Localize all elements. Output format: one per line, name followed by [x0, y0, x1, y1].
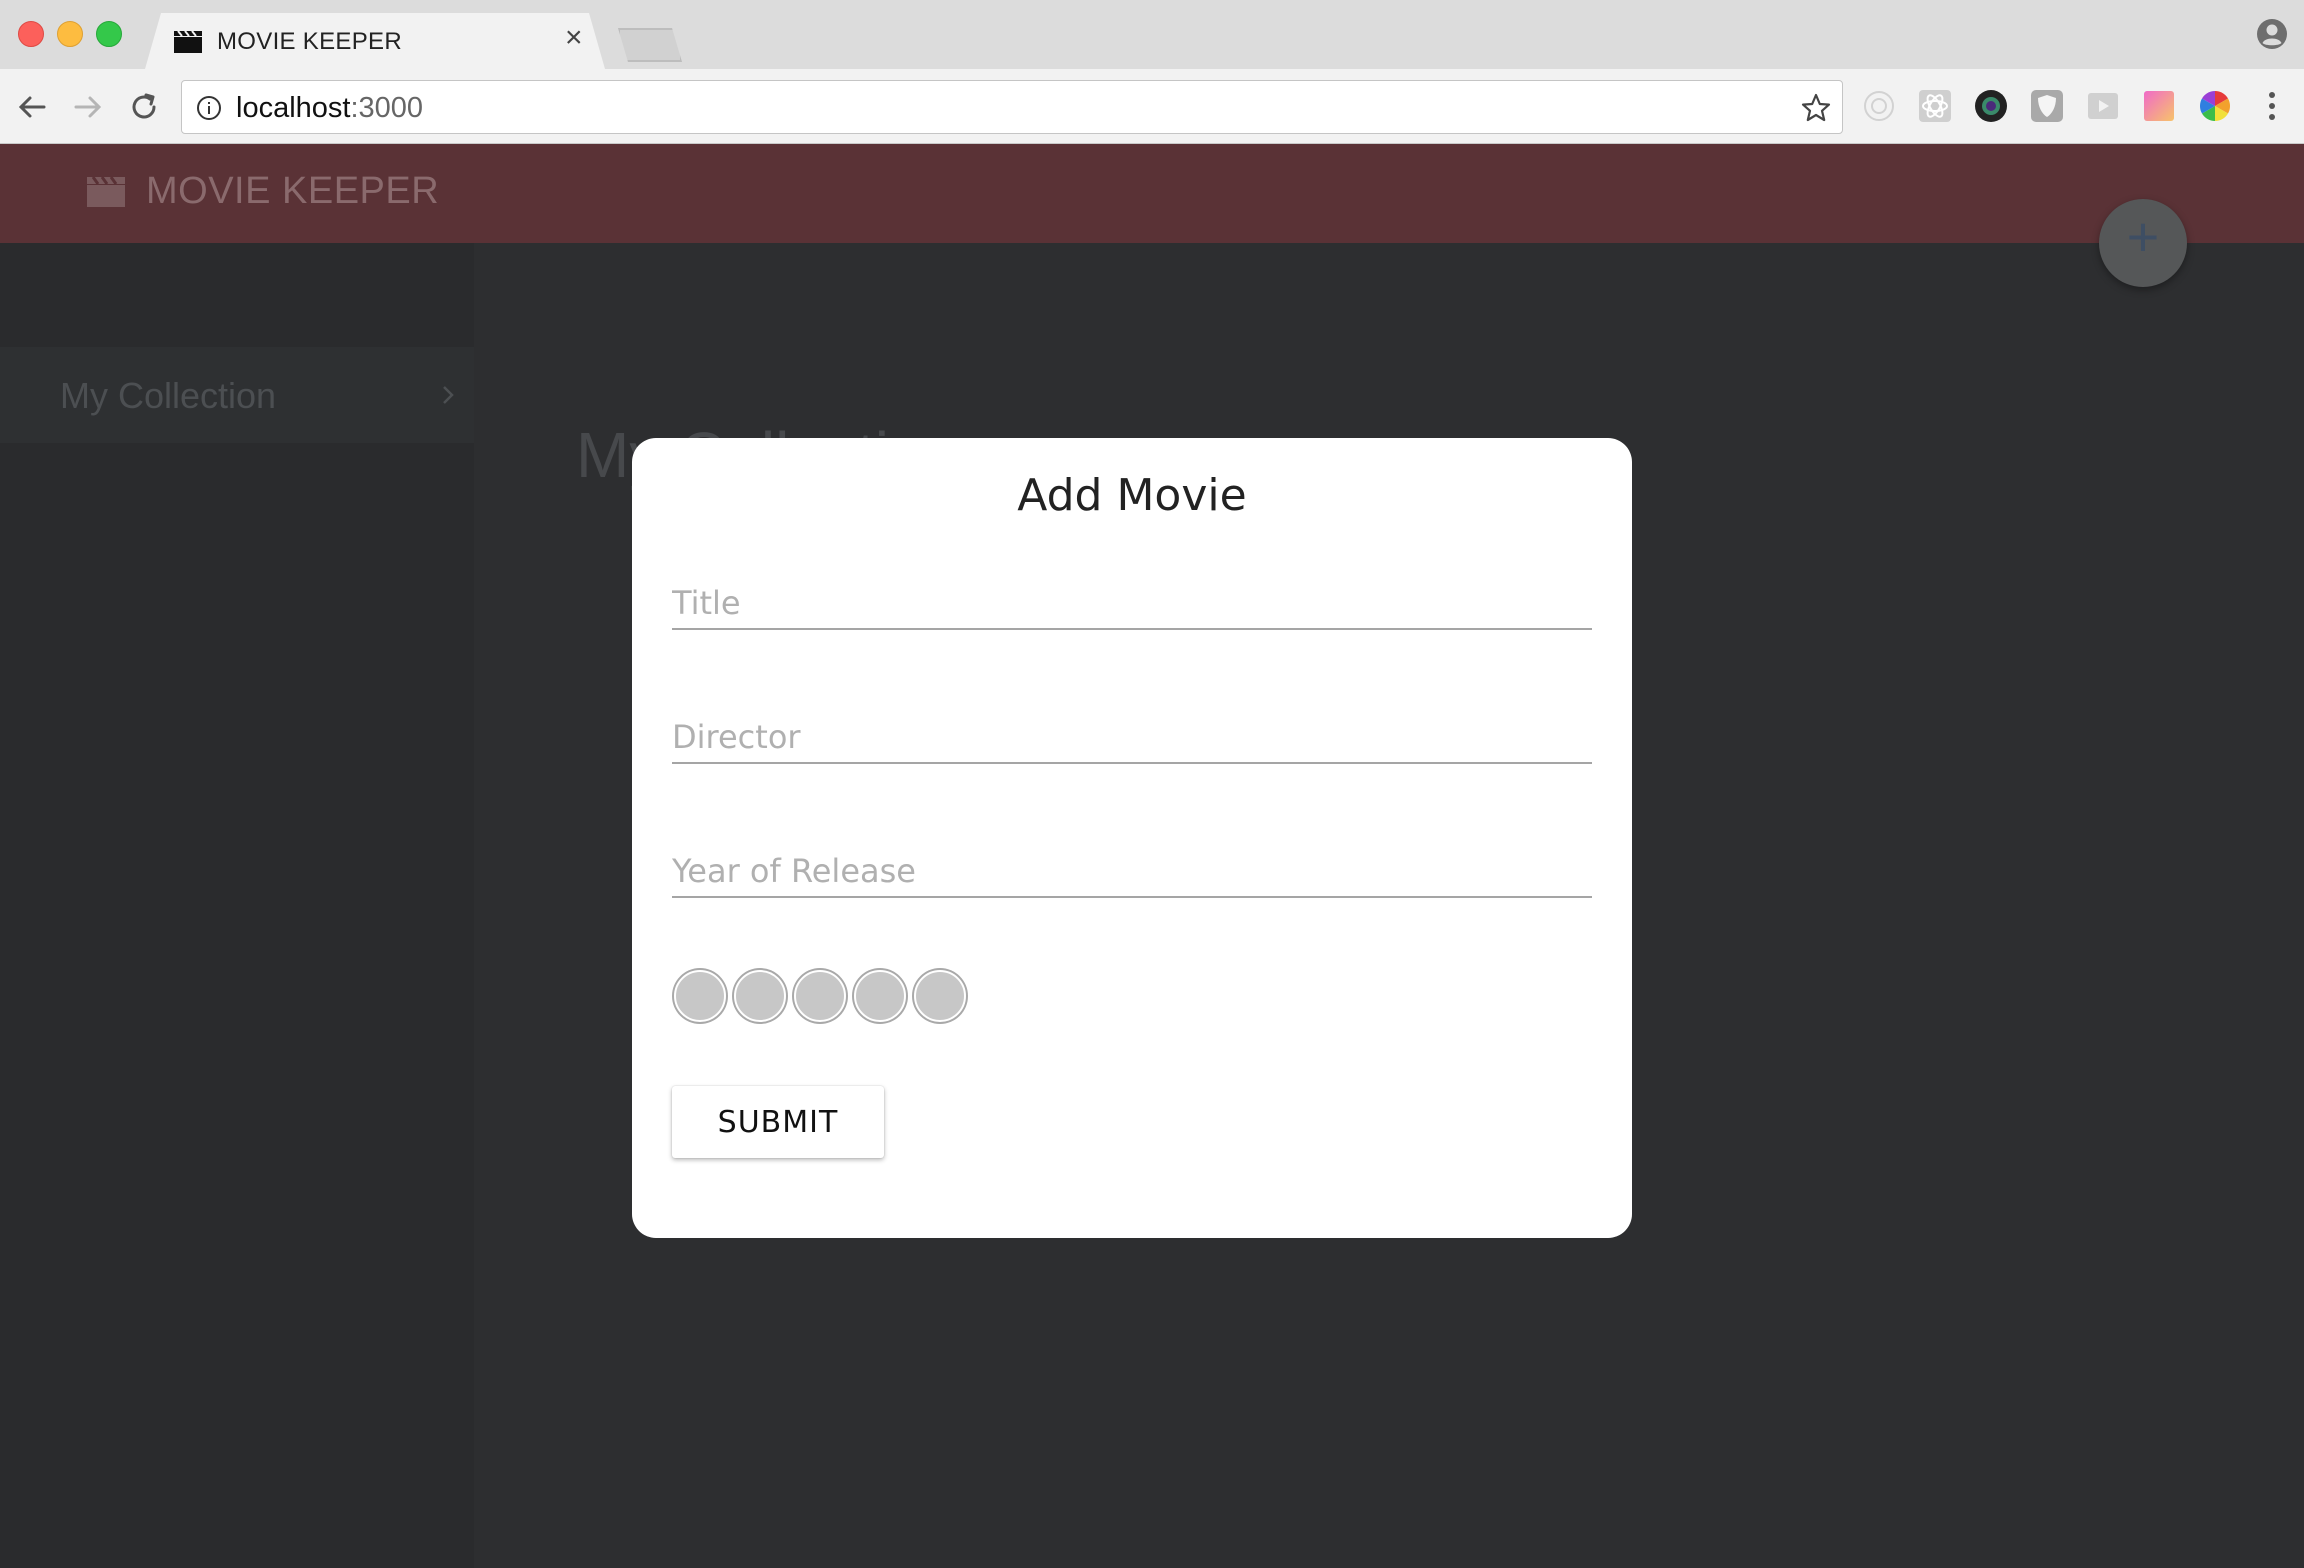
clapperboard-icon [87, 176, 125, 207]
extension-target-icon[interactable] [1862, 89, 1896, 123]
tab-title: MOVIE KEEPER [217, 28, 402, 55]
rating-dot-3[interactable] [794, 970, 846, 1022]
director-input[interactable] [672, 704, 1592, 762]
rating-dot-1[interactable] [674, 970, 726, 1022]
back-arrow-icon[interactable] [12, 87, 52, 127]
browser-toolbar: localhost:3000 [0, 69, 2304, 144]
minimize-window-button[interactable] [57, 21, 83, 47]
title-field [672, 570, 1592, 630]
react-devtools-icon[interactable] [1918, 89, 1952, 123]
add-movie-modal: Add Movie SUBMIT [632, 438, 1632, 1238]
sidebar: My Collection [0, 243, 474, 1568]
brand-title: MOVIE KEEPER [146, 170, 440, 212]
rating-dot-4[interactable] [854, 970, 906, 1022]
new-tab-button[interactable] [618, 28, 682, 62]
url-text: localhost:3000 [236, 92, 424, 124]
browser-titlebar: MOVIE KEEPER × [0, 0, 2304, 69]
maximize-window-button[interactable] [96, 21, 122, 47]
rating-dot-2[interactable] [734, 970, 786, 1022]
app-header: MOVIE KEEPER [0, 144, 2304, 243]
forward-arrow-icon[interactable] [68, 87, 108, 127]
tab-close-icon[interactable]: × [565, 23, 583, 53]
site-info-icon[interactable] [196, 95, 222, 121]
reload-icon[interactable] [124, 87, 164, 127]
browser-tab[interactable]: MOVIE KEEPER × [145, 13, 605, 69]
profile-icon[interactable] [2256, 18, 2288, 50]
clapperboard-icon [174, 30, 202, 53]
chevron-right-icon [443, 386, 454, 404]
color-wheel-icon[interactable] [2198, 89, 2232, 123]
modal-title: Add Movie [1017, 470, 1247, 521]
gradient-extension-icon[interactable] [2142, 89, 2176, 123]
bookmark-star-icon[interactable] [1800, 92, 1832, 124]
sidebar-item-label: My Collection [60, 375, 277, 416]
browser-menu-icon[interactable] [2264, 89, 2280, 123]
plus-icon: + [2126, 205, 2160, 268]
director-field [672, 704, 1592, 764]
camera-lens-icon[interactable] [1974, 89, 2008, 123]
address-bar[interactable]: localhost:3000 [181, 80, 1843, 134]
close-window-button[interactable] [18, 21, 44, 47]
title-input[interactable] [672, 570, 1592, 628]
rating-dot-5[interactable] [914, 970, 966, 1022]
sidebar-item-my-collection[interactable]: My Collection [0, 347, 474, 443]
year-field [672, 838, 1592, 898]
add-movie-fab[interactable]: + [2099, 199, 2187, 287]
year-input[interactable] [672, 838, 1592, 896]
play-extension-icon[interactable] [2086, 89, 2120, 123]
shield-extension-icon[interactable] [2030, 89, 2064, 123]
submit-button[interactable]: SUBMIT [672, 1086, 884, 1158]
